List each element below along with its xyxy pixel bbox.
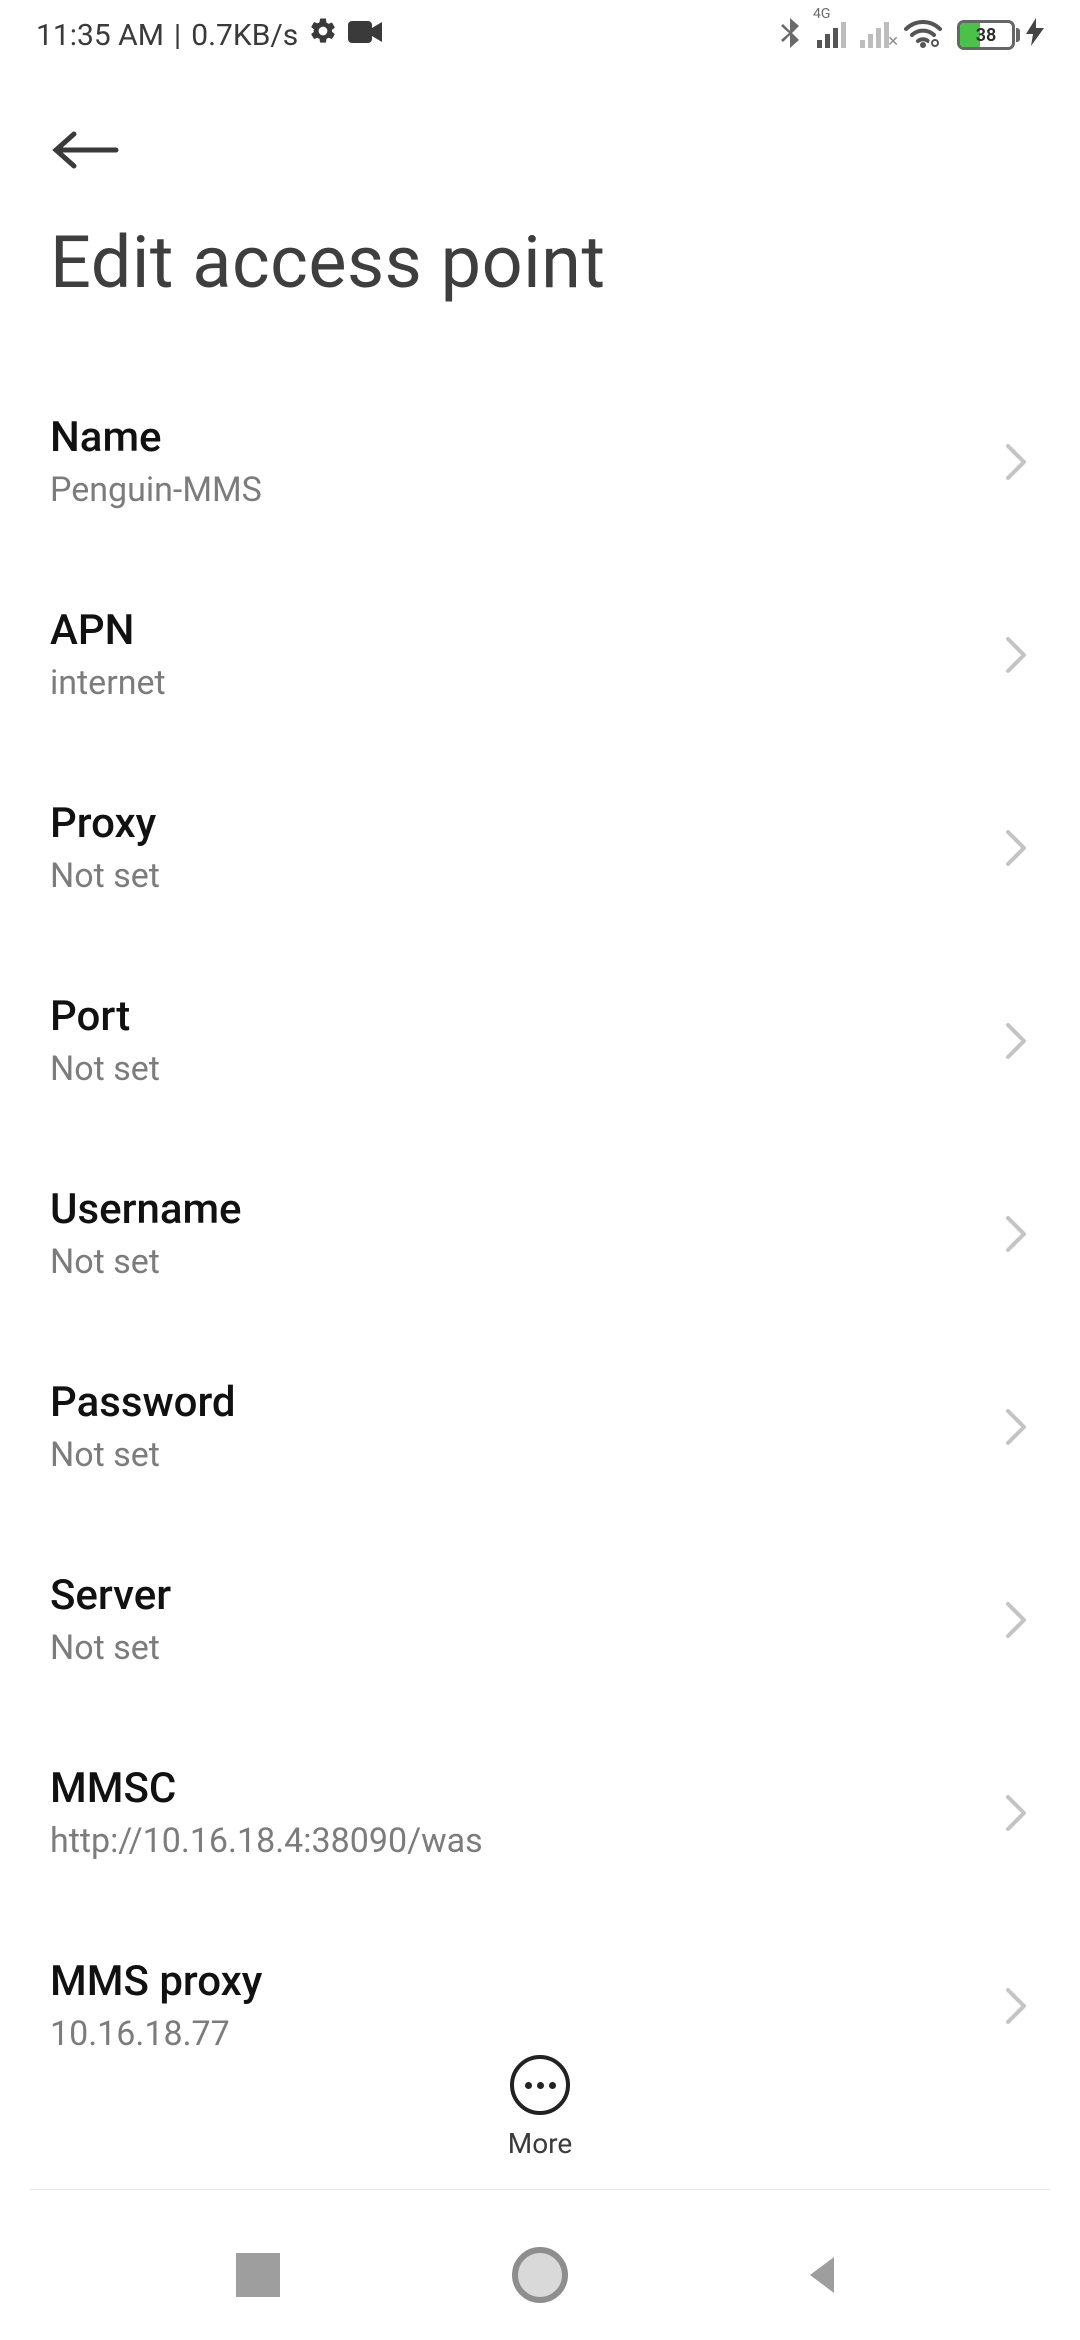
chevron-right-icon <box>1004 828 1030 868</box>
row-label: Proxy <box>50 799 160 848</box>
row-label: MMSC <box>50 1764 483 1813</box>
row-port[interactable]: Port Not set <box>50 944 1030 1137</box>
row-label: Name <box>50 413 262 462</box>
system-nav-bar <box>0 2210 1080 2340</box>
row-name[interactable]: Name Penguin-MMS <box>50 365 1030 558</box>
more-icon <box>510 2055 570 2115</box>
row-value: 10.16.18.77 <box>50 2014 262 2050</box>
bluetooth-icon <box>779 16 803 54</box>
settings-list: Name Penguin-MMS APN internet Proxy Not … <box>0 365 1080 2050</box>
status-time: 11:35 AM <box>36 18 164 53</box>
row-value: Not set <box>50 856 160 896</box>
chevron-right-icon <box>1004 442 1030 482</box>
chevron-right-icon <box>1004 1214 1030 1254</box>
back-button[interactable] <box>50 120 130 180</box>
wifi-icon <box>903 17 943 53</box>
chevron-right-icon <box>1004 1986 1030 2026</box>
nav-recents-button[interactable] <box>236 2253 280 2297</box>
chevron-right-icon <box>1004 1600 1030 1640</box>
settings-icon <box>308 16 338 54</box>
row-label: APN <box>50 606 166 655</box>
row-value: Not set <box>50 1049 160 1089</box>
signal-sim2-icon: ✕ <box>860 22 889 48</box>
status-net-speed: 0.7KB/s <box>191 18 298 53</box>
status-divider: | <box>174 18 181 53</box>
chevron-right-icon <box>1004 1021 1030 1061</box>
bottom-separator <box>30 2189 1050 2190</box>
arrow-left-icon <box>50 130 122 170</box>
signal-sim1-icon: 4G <box>817 22 846 48</box>
status-bar: 11:35 AM | 0.7KB/s 4G ✕ <box>0 0 1080 70</box>
chevron-right-icon <box>1004 1407 1030 1447</box>
row-proxy[interactable]: Proxy Not set <box>50 751 1030 944</box>
more-label: More <box>508 2127 573 2160</box>
video-camera-icon <box>348 18 384 53</box>
battery-indicator: 38 <box>957 18 1044 52</box>
row-server[interactable]: Server Not set <box>50 1523 1030 1716</box>
nav-home-button[interactable] <box>512 2247 568 2303</box>
nav-back-button[interactable] <box>800 2253 844 2297</box>
row-password[interactable]: Password Not set <box>50 1330 1030 1523</box>
row-value: Not set <box>50 1628 171 1668</box>
row-value: http://10.16.18.4:38090/was <box>50 1821 483 1861</box>
row-value: Not set <box>50 1435 236 1475</box>
row-apn[interactable]: APN internet <box>50 558 1030 751</box>
page-title: Edit access point <box>0 180 1080 365</box>
charging-icon <box>1026 18 1044 52</box>
row-label: MMS proxy <box>50 1957 262 2006</box>
row-label: Port <box>50 992 160 1041</box>
row-label: Server <box>50 1571 171 1620</box>
row-value: Not set <box>50 1242 242 1282</box>
row-mmsc[interactable]: MMSC http://10.16.18.4:38090/was <box>50 1716 1030 1909</box>
row-value: internet <box>50 663 166 703</box>
chevron-right-icon <box>1004 1793 1030 1833</box>
row-mms-proxy[interactable]: MMS proxy 10.16.18.77 <box>50 1909 1030 2050</box>
more-button[interactable]: More <box>0 2031 1080 2160</box>
chevron-right-icon <box>1004 635 1030 675</box>
row-label: Password <box>50 1378 236 1427</box>
row-username[interactable]: Username Not set <box>50 1137 1030 1330</box>
row-label: Username <box>50 1185 242 1234</box>
row-value: Penguin-MMS <box>50 470 262 510</box>
